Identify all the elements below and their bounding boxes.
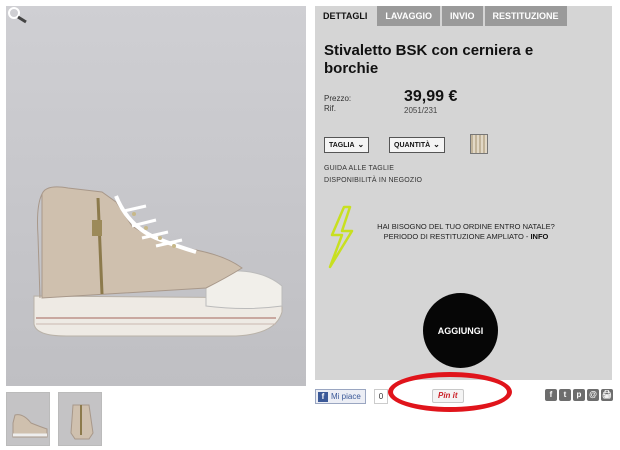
tab-returns[interactable]: RESTITUZIONE <box>484 6 567 26</box>
quantity-select[interactable]: QUANTITÀ ⌄ <box>389 137 445 153</box>
notice-info-link[interactable]: INFO <box>530 232 548 241</box>
tab-details[interactable]: DETTAGLI <box>315 6 376 26</box>
pinterest-share-icon[interactable]: p <box>573 389 585 401</box>
product-price: 39,99 € <box>404 88 458 105</box>
quantity-select-label: QUANTITÀ <box>394 142 431 149</box>
product-title: Stivaletto BSK con cerniera e borchie <box>324 42 534 77</box>
notice-line-2: PERIODO DI RESTITUZIONE AMPLIATO - <box>383 232 531 241</box>
facebook-like-button[interactable]: f Mi piace <box>315 389 366 404</box>
chevron-down-icon: ⌄ <box>357 140 365 149</box>
magnifier-icon[interactable] <box>6 6 30 24</box>
email-share-icon[interactable]: @ <box>587 389 599 401</box>
share-icons: f t p @ 🖨 <box>545 389 613 401</box>
product-ref: 2051/231 <box>404 106 438 115</box>
lightning-bolt-icon <box>328 205 354 269</box>
size-select-label: TAGLIA <box>329 142 355 149</box>
pinterest-pin-button[interactable]: Pin it <box>432 389 464 403</box>
thumbnail-strip <box>6 392 102 446</box>
add-to-cart-button[interactable]: AGGIUNGI <box>423 293 498 368</box>
chevron-down-icon: ⌄ <box>433 140 440 149</box>
price-label: Prezzo: <box>324 94 352 103</box>
tab-shipping[interactable]: INVIO <box>442 6 483 26</box>
store-availability-link[interactable]: DISPONIBILITÀ IN NEGOZIO <box>324 177 422 184</box>
ref-label: Rif. <box>324 104 336 113</box>
facebook-share-icon[interactable]: f <box>545 389 557 401</box>
color-swatch[interactable] <box>470 134 488 154</box>
twitter-share-icon[interactable]: t <box>559 389 571 401</box>
sneaker-illustration <box>6 6 306 386</box>
facebook-like-label: Mi piace <box>331 392 361 401</box>
product-page: DETTAGLI LAVAGGIO INVIO RESTITUZIONE Sti… <box>0 0 620 450</box>
size-select[interactable]: TAGLIA ⌄ <box>324 137 370 153</box>
tab-washing[interactable]: LAVAGGIO <box>377 6 440 26</box>
details-tabs: DETTAGLI LAVAGGIO INVIO RESTITUZIONE <box>315 6 567 26</box>
print-icon[interactable]: 🖨 <box>601 389 613 401</box>
product-main-image[interactable] <box>6 6 306 386</box>
thumbnail-1[interactable] <box>6 392 50 446</box>
facebook-icon: f <box>318 391 328 402</box>
size-guide-link[interactable]: GUIDA ALLE TAGLIE <box>324 165 394 172</box>
notice-line-1: HAI BISOGNO DEL TUO ORDINE ENTRO NATALE? <box>377 222 555 231</box>
holiday-notice: HAI BISOGNO DEL TUO ORDINE ENTRO NATALE?… <box>356 222 576 242</box>
thumbnail-2[interactable] <box>58 392 102 446</box>
facebook-like-count: 0 <box>374 389 388 404</box>
